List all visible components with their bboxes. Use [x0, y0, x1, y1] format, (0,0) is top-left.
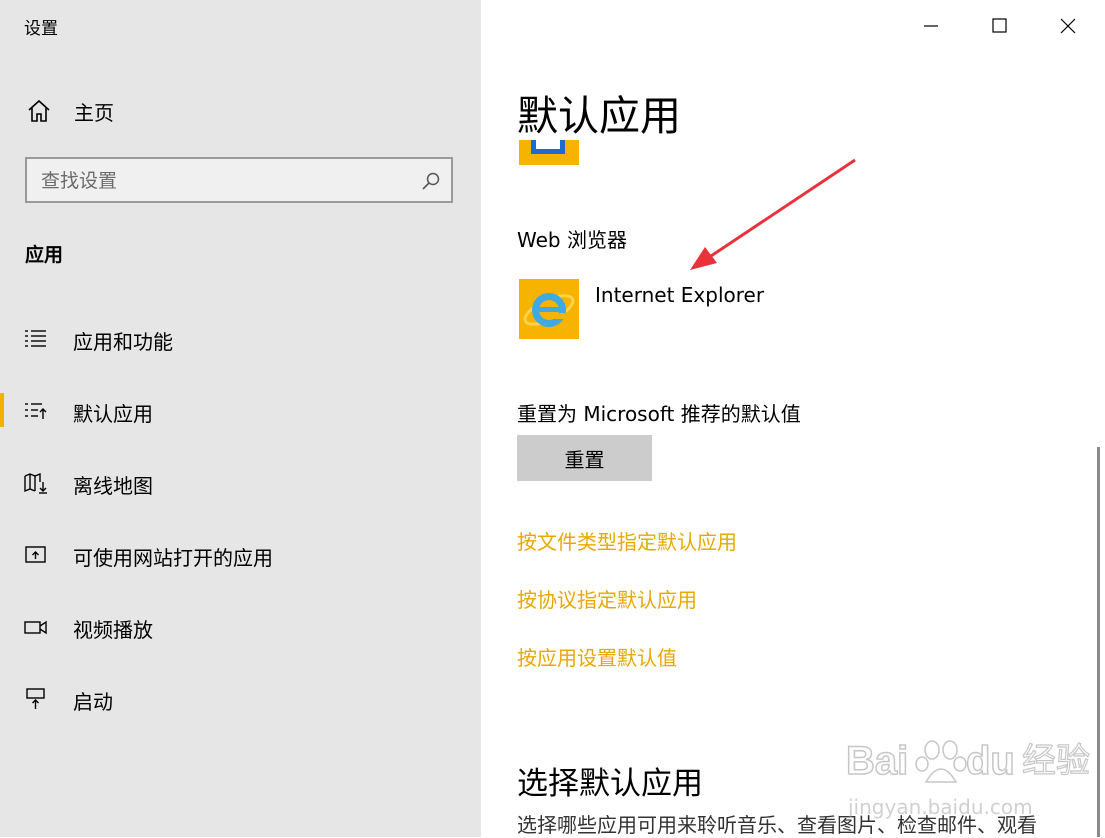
- sidebar: 设置 主页 应用 应用和功能: [0, 0, 481, 837]
- sidebar-item-default-apps[interactable]: 默认应用: [0, 387, 481, 435]
- web-browser-label: Web 浏览器: [517, 228, 627, 252]
- browser-app-name[interactable]: Internet Explorer: [595, 283, 764, 307]
- sidebar-item-web-apps[interactable]: 可使用网站打开的应用: [0, 531, 481, 579]
- sidebar-item-label: 启动: [73, 690, 113, 714]
- home-icon: [28, 99, 50, 122]
- maximize-button[interactable]: [965, 0, 1035, 50]
- home-label: 主页: [74, 100, 114, 125]
- sidebar-item-offline-maps[interactable]: 离线地图: [0, 459, 481, 507]
- choose-default-apps-heading: 选择默认应用: [517, 766, 703, 802]
- ie-logo-icon: [523, 293, 575, 327]
- sidebar-item-label: 视频播放: [73, 618, 153, 642]
- reset-label: 重置为 Microsoft 推荐的默认值: [517, 402, 801, 426]
- minimize-button[interactable]: [895, 0, 965, 50]
- search-input[interactable]: [41, 167, 401, 195]
- sidebar-item-video-playback[interactable]: 视频播放: [0, 603, 481, 651]
- app-tile-icon: [519, 140, 579, 165]
- svg-text:Bai: Bai: [846, 739, 908, 783]
- link-default-by-protocol[interactable]: 按协议指定默认应用: [517, 584, 697, 613]
- close-button[interactable]: [1034, 0, 1104, 50]
- internet-explorer-icon[interactable]: [519, 279, 579, 339]
- search-box[interactable]: [25, 157, 453, 203]
- sidebar-item-startup[interactable]: 启动: [0, 675, 481, 723]
- baidu-watermark-logo: Bai du 经验 jingyan.baidu.com: [845, 738, 1090, 819]
- sidebar-item-apps-features[interactable]: 应用和功能: [0, 315, 481, 363]
- svg-text:jingyan.baidu.com: jingyan.baidu.com: [847, 795, 1033, 819]
- sidebar-item-label: 可使用网站打开的应用: [73, 546, 273, 570]
- web-app-icon: [25, 546, 46, 563]
- default-apps-icon: [25, 403, 47, 419]
- search-icon[interactable]: [421, 171, 441, 191]
- window-title: 设置: [24, 19, 58, 39]
- minimize-icon: [924, 25, 938, 27]
- svg-text:du: du: [966, 739, 1015, 783]
- reset-button[interactable]: 重置: [517, 435, 652, 481]
- active-indicator: [0, 393, 4, 427]
- sidebar-item-label: 离线地图: [73, 474, 153, 498]
- list-icon: [25, 330, 46, 347]
- map-download-icon: [24, 472, 47, 494]
- page-title: 默认应用: [517, 92, 681, 140]
- link-set-defaults-by-app[interactable]: 按应用设置默认值: [517, 642, 677, 671]
- svg-text:经验: 经验: [1022, 741, 1090, 781]
- home-nav-item[interactable]: 主页: [26, 96, 114, 126]
- video-icon: [24, 620, 47, 635]
- close-icon: [1060, 18, 1076, 34]
- maximize-icon: [992, 18, 1007, 33]
- link-default-by-file-type[interactable]: 按文件类型指定默认应用: [517, 526, 737, 555]
- sidebar-item-label: 应用和功能: [73, 330, 173, 354]
- sidebar-item-label: 默认应用: [73, 402, 153, 426]
- startup-icon: [26, 688, 45, 709]
- section-heading: 应用: [25, 244, 64, 266]
